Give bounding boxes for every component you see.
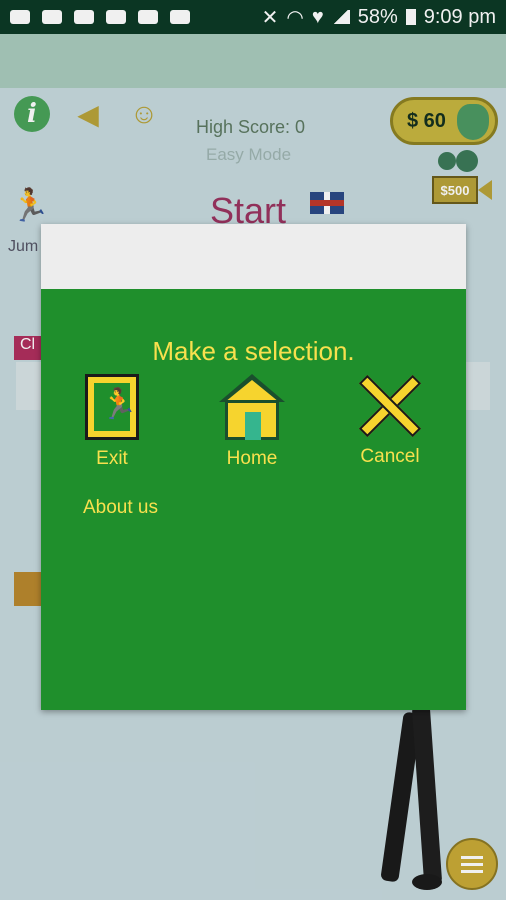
cancel-x-icon [358, 374, 422, 438]
dialog-body: Make a selection. 🏃 Exit Home Cancel Abo… [41, 289, 466, 710]
home-label: Home [226, 448, 278, 469]
exit-option[interactable]: 🏃 Exit [57, 374, 167, 470]
selection-dialog: Make a selection. 🏃 Exit Home Cancel Abo… [41, 224, 466, 710]
home-roof-fill [225, 380, 279, 402]
exit-label: Exit [96, 448, 128, 469]
cancel-option[interactable]: Cancel [335, 374, 445, 468]
home-icon [219, 374, 285, 440]
home-door [245, 412, 261, 440]
home-option[interactable]: Home [197, 374, 307, 470]
running-man-icon: 🏃 [100, 388, 138, 421]
cancel-label: Cancel [360, 446, 420, 467]
exit-icon: 🏃 [85, 374, 139, 440]
dialog-header [41, 224, 466, 289]
dialog-title: Make a selection. [152, 336, 355, 366]
about-us-link[interactable]: About us [83, 497, 158, 519]
